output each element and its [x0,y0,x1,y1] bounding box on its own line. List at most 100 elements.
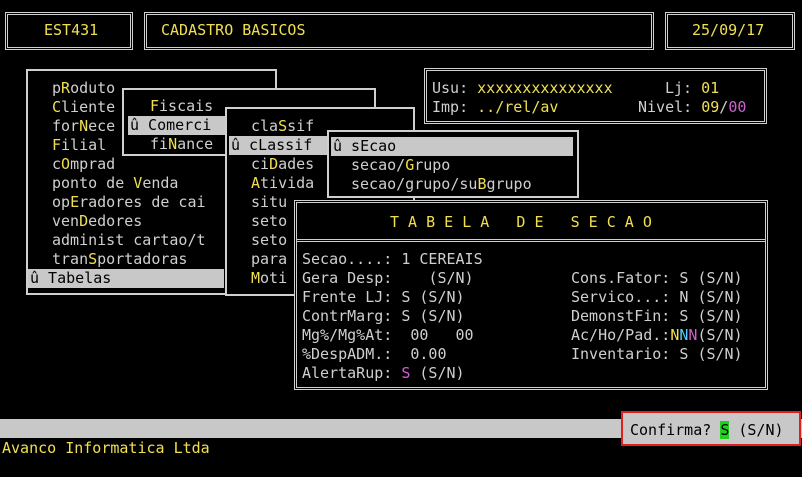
alerta-rup-row: AlertaRup: S (S/N) [302,364,465,383]
cons-fator-options: (S/N) [697,269,743,287]
menu-item-cidades[interactable]: ciDades [251,155,314,174]
user-info-box: Usu: xxxxxxxxxxxxxxx Lj: 01 Imp: ../rel/… [424,68,767,124]
confirm-prompt: Confirma? S (S/N) [621,411,801,446]
menu-item-tabelas[interactable]: û Tabelas [28,269,224,288]
gera-desp-row: Gera Desp: (S/N) [302,269,474,288]
store-line: Lj: 01 [665,79,719,98]
company-footer: Avanco Informatica Ltda [2,439,210,457]
gera-desp-label: Gera Desp: [302,269,393,287]
confirm-options: (S/N) [738,421,784,439]
level-separator: / [719,98,729,116]
confirm-row: Confirma? S (S/N) [630,421,784,440]
margem-label: Mg%/Mg%At: [302,326,393,344]
servico-label: Servico...: [571,288,671,306]
menu-item-comercial[interactable]: û Comerci [128,116,226,135]
confirm-label: Confirma? [630,421,712,439]
screen-title: CADASTRO BASICOS [161,21,306,39]
menu-item-setor-1[interactable]: seto [251,212,287,231]
date-box: 25/09/17 [665,12,795,50]
menu-item-administ-cartao[interactable]: administ cartao/t [52,231,206,250]
servico-row: Servico...: N (S/N) [571,288,743,307]
menu-item-produto[interactable]: pRoduto [52,79,115,98]
menu-item-ponto-de-venda[interactable]: ponto de Venda [52,174,178,193]
demonst-fin-row: DemonstFin: S (S/N) [571,307,743,326]
contr-marg-row: ContrMarg: S (S/N) [302,307,465,326]
demonst-fin-label: DemonstFin: [571,307,671,325]
margem-row: Mg%/Mg%At: 00 00 [302,326,474,345]
menu-item-financeiro[interactable]: fiNance [150,135,213,154]
servico-field[interactable]: N [679,288,688,306]
alerta-rup-label: AlertaRup: [302,364,393,382]
frente-lj-label: Frente LJ: [302,288,393,306]
menu-item-parametros[interactable]: para [251,250,287,269]
desp-adm-field[interactable]: 0.00 [410,345,446,363]
level-max-value: 00 [728,98,747,116]
margem-field[interactable]: 00 [410,326,428,344]
desp-adm-label: %DespADM.: [302,345,393,363]
menu-item-secao-grupo-subgrupo[interactable]: secao/grupo/suBgrupo [351,175,532,194]
demonst-fin-options: (S/N) [697,307,743,325]
menu-item-vendedores[interactable]: venDedores [52,212,142,231]
menu-item-setor-2[interactable]: seto [251,231,287,250]
secao-dialog: T A B E L A D E S E C A O Secao....: 1 C… [294,200,768,390]
menu-item-atividades[interactable]: Ativida [251,174,314,193]
cons-fator-row: Cons.Fator: S (S/N) [571,269,743,288]
confirm-field[interactable]: S [720,421,730,439]
menu-item-cliente[interactable]: Cliente [52,98,115,117]
program-code: EST431 [44,21,99,39]
menu-item-motivos[interactable]: Moti [251,269,287,288]
frente-lj-field[interactable]: S [401,288,410,306]
store-value: 01 [701,79,720,97]
user-label: Usu: [432,79,469,97]
margem-atual-field[interactable]: 00 [456,326,474,344]
servico-options: (S/N) [697,288,743,306]
ac-ho-pad-options: (S/N) [697,326,743,344]
menu-item-secao-selected[interactable]: û sEcao [331,137,573,156]
contr-marg-label: ContrMarg: [302,307,393,325]
inventario-label: Inventario: [571,345,671,363]
contr-marg-field[interactable]: S [401,307,410,325]
inventario-row: Inventario: S (S/N) [571,345,743,364]
classificacao-submenu: û sEcao secao/Grupo secao/grupo/suBgrupo [327,130,579,198]
contr-marg-options: (S/N) [419,307,465,325]
menu-item-secao-grupo[interactable]: secao/Grupo [351,156,450,175]
cons-fator-field[interactable]: S [679,269,688,287]
menu-item-comprador[interactable]: cOmprad [52,155,115,174]
user-value: xxxxxxxxxxxxxxx [477,79,613,97]
dialog-title: T A B E L A D E S E C A O [390,213,652,231]
gera-desp-field[interactable] [410,269,419,287]
level-value: 09 [701,98,720,116]
menu-item-transportadoras[interactable]: tranSportadoras [52,250,187,269]
ac-ho-pad-label: Ac/Ho/Pad.: [571,326,671,344]
frente-lj-options: (S/N) [419,288,465,306]
alerta-rup-field[interactable]: S [401,364,410,382]
secao-label: Secao....: [302,250,393,268]
user-line: Usu: xxxxxxxxxxxxxxx [432,79,613,98]
demonst-fin-field[interactable]: S [679,307,688,325]
secao-field[interactable]: 1 CEREAIS [401,250,482,268]
level-line: Nivel: 09/00 [638,98,746,117]
secao-row: Secao....: 1 CEREAIS [302,250,483,269]
alerta-rup-options: (S/N) [419,364,465,382]
ac-ho-pad-row: Ac/Ho/Pad.:NNN(S/N) [571,326,743,345]
desp-adm-row: %DespADM.: 0.00 [302,345,447,364]
level-label: Nivel: [638,98,693,116]
gera-desp-options: (S/N) [428,269,474,287]
title-box: CADASTRO BASICOS [144,12,654,50]
menu-item-classificacao[interactable]: claSsif [251,117,314,136]
menu-item-operadores-de-caixa[interactable]: opEradores de cai [52,193,206,212]
printer-label: Imp: [432,98,469,116]
menu-item-filial[interactable]: Filial [52,136,106,155]
menu-item-classif-selected[interactable]: û cLassif [229,136,329,155]
printer-line: Imp: ../rel/av [432,98,558,117]
inventario-field[interactable]: S [679,345,688,363]
printer-value: ../rel/av [477,98,559,116]
cons-fator-label: Cons.Fator: [571,269,671,287]
program-code-box: EST431 [5,12,133,50]
menu-item-fiscais[interactable]: Fiscais [150,97,213,116]
store-label: Lj: [665,79,693,97]
menu-item-fornecedor[interactable]: forNece [52,117,115,136]
dialog-title-divider [297,239,765,242]
menu-item-situacao[interactable]: situ [251,193,287,212]
current-date: 25/09/17 [692,21,765,39]
